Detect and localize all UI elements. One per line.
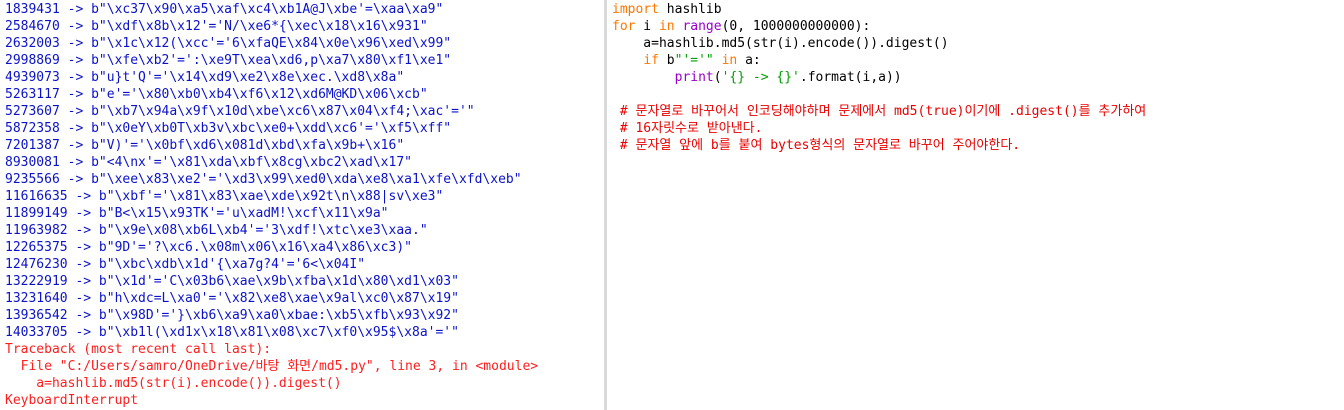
code-line-5: print('{} -> {}'.format(i,a))	[612, 69, 1344, 86]
traceback-header: Traceback (most recent call last):	[5, 342, 272, 357]
builtin: range	[682, 19, 722, 34]
output-line: 2632003 -> b"\x1c\x12(\xcc'='6\xfaQE\x84…	[5, 36, 452, 51]
code-text: i	[635, 19, 659, 34]
output-line: 5872358 -> b"\x0eY\xb0T\xb3v\xbc\xe0+\xd…	[5, 121, 452, 136]
keyword: for	[612, 19, 636, 34]
keyword: in	[658, 19, 675, 34]
comment-line: # 16자릿수로 받아낸다.	[612, 121, 763, 136]
keyboard-interrupt-line: KeyboardInterrupt	[5, 393, 139, 408]
output-line: 13936542 -> b"\x98D'='}\xb6\xa9\xa0\xbae…	[5, 308, 459, 323]
code-text: a:	[737, 53, 761, 68]
string-literal: "'='"	[674, 53, 714, 68]
keyword: import	[612, 2, 659, 17]
code-editor-pane[interactable]: import hashlib for i in range(0, 1000000…	[607, 0, 1344, 410]
string-literal: '{} -> {}'	[721, 70, 800, 85]
code-line-4: if b"'='" in a:	[612, 52, 1344, 69]
code-text: .format(i,a))	[799, 70, 902, 85]
traceback-file-line: File "C:/Users/samro/OneDrive/바탕 화면/md5.…	[5, 359, 539, 374]
keyword: in	[721, 53, 738, 68]
output-line: 8930081 -> b"<4\nx'='\x81\xda\xbf\x8cg\x…	[5, 155, 412, 170]
code-editor-text[interactable]: import hashlib for i in range(0, 1000000…	[612, 1, 1344, 154]
output-line: 11963982 -> b"\x9e\x08\xb6L\xb4'='3\xdf!…	[5, 223, 428, 238]
output-line: 14033705 -> b"\xb1l(\xd1x\x18\x81\x08\xc…	[5, 325, 459, 340]
output-line: 2584670 -> b"\xdf\x8b\x12'='N/\xe6*{\xec…	[5, 19, 428, 34]
output-line: 2998869 -> b"\xfe\xb2'=':\xe9T\xea\xd6,p…	[5, 53, 452, 68]
output-line: 5273607 -> b"\xb7\x94a\x9f\x10d\xbe\xc6\…	[5, 104, 475, 119]
comment-line: # 문자열로 바꾸어서 인코딩해야하며 문제에서 md5(true)이기에 .d…	[612, 104, 1147, 119]
output-line: 4939073 -> b"u}t'Q'='\x14\xd9\xe2\x8e\xe…	[5, 70, 405, 85]
output-line: 13222919 -> b"\x1d'='C\x03b6\xae\x9b\xfb…	[5, 274, 459, 289]
code-text: b	[658, 53, 675, 68]
code-text: (0, 1000000000000):	[721, 19, 871, 34]
output-line: 12476230 -> b"\xbc\xdb\x1d'{\xa7g?4'='6<…	[5, 257, 366, 272]
output-line: 13231640 -> b"h\xdc=L\xa0'='\x82\xe8\xae…	[5, 291, 459, 306]
python-shell-pane[interactable]: 1839431 -> b"\xc37\x90\xa5\xaf\xc4\xb1A@…	[0, 0, 604, 410]
code-text: (	[713, 70, 722, 85]
output-line: 1839431 -> b"\xc37\x90\xa5\xaf\xc4\xb1A@…	[5, 2, 444, 17]
code-text: hashlib	[658, 2, 722, 17]
output-line: 7201387 -> b"V)'='\x0bf\xd6\x081d\xbd\xf…	[5, 138, 405, 153]
output-line: 12265375 -> b"9D'='?\xc6.\x08m\x06\x16\x…	[5, 240, 412, 255]
code-line-3: a=hashlib.md5(str(i).encode()).digest()	[612, 36, 949, 51]
shell-output: 1839431 -> b"\xc37\x90\xa5\xaf\xc4\xb1A@…	[5, 1, 604, 409]
output-line: 11616635 -> b"\xbf'='\x81\x83\xae\xde\x9…	[5, 189, 444, 204]
code-line-2: for i in range(0, 1000000000000):	[612, 18, 1344, 35]
comment-line: # 문자열 앞에 b를 붙여 bytes형식의 문자열로 바꾸어 주어야한다.	[612, 138, 1021, 153]
code-line-1: import hashlib	[612, 1, 1344, 18]
output-line: 11899149 -> b"B<\x15\x93TK'='u\xadM!\xcf…	[5, 206, 389, 221]
output-line: 9235566 -> b"\xee\x83\xe2'='\xd3\x99\xed…	[5, 172, 522, 187]
traceback-code-line: a=hashlib.md5(str(i).encode()).digest()	[5, 376, 342, 391]
builtin: print	[674, 70, 714, 85]
keyword: if	[643, 53, 659, 68]
output-line: 5263117 -> b"e'='\x80\xb0\xb4\xf6\x12\xd…	[5, 87, 428, 102]
